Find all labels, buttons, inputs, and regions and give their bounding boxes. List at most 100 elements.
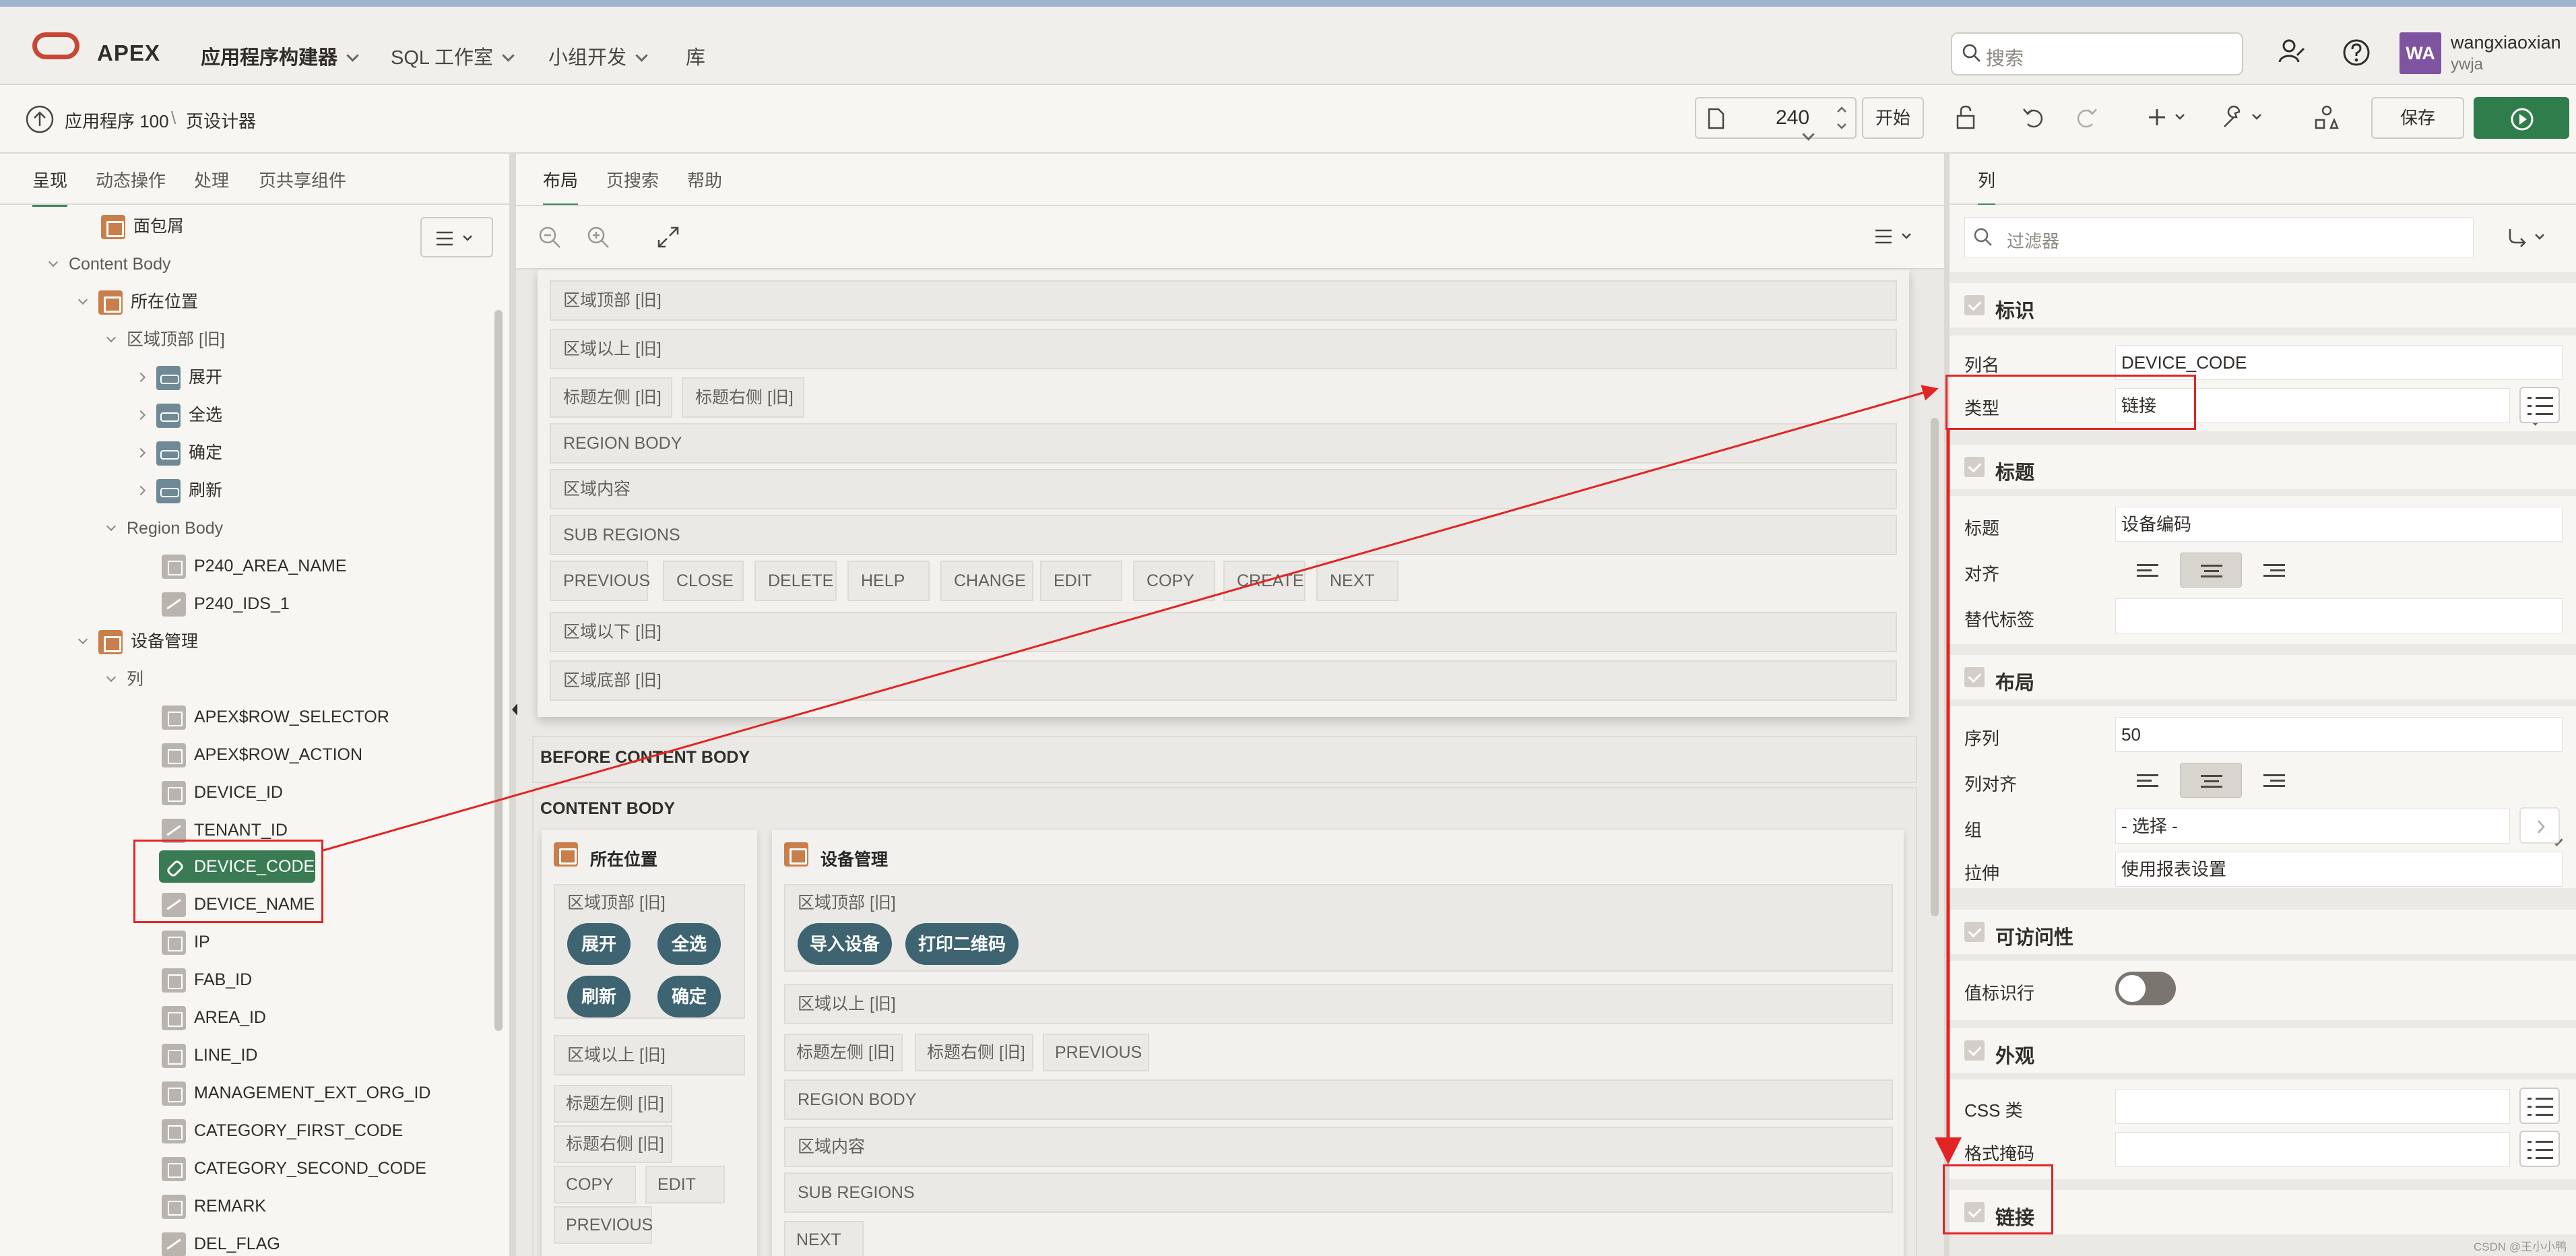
utilities-wrench-icon[interactable] [2219,102,2269,132]
run-page-button[interactable] [2474,97,2569,139]
page-stepper-icon[interactable] [1834,101,1850,135]
collapse-icon[interactable] [106,332,117,343]
tree-node-line-id[interactable]: LINE_ID [162,1042,257,1069]
collapse-icon[interactable] [106,672,117,683]
device-slot-previous[interactable]: PREVIOUS [1043,1034,1149,1071]
slot-button-edit[interactable]: EDIT [1040,561,1122,601]
avatar[interactable]: WA [2400,32,2441,74]
tree-node-device-id[interactable]: DEVICE_ID [162,779,283,806]
start-button[interactable]: 开始 [1862,97,1924,139]
alt-label-field[interactable] [2115,598,2563,633]
zoom-in-icon[interactable] [586,225,610,249]
slot-below-region[interactable]: 区域以下 [旧] [550,612,1897,652]
collapse-icon[interactable] [106,521,117,532]
css-classes-field[interactable] [2115,1089,2510,1124]
type-list-button[interactable] [2519,387,2560,423]
section-accessibility[interactable]: 可访问性 [1950,910,2576,954]
tab-dynamic-actions[interactable]: 动态操作 [96,167,166,192]
tab-help[interactable]: 帮助 [687,167,722,192]
location-slot-copy[interactable]: COPY [554,1166,636,1203]
slot-button-close[interactable]: CLOSE [663,561,744,601]
stretch-select[interactable]: 使用报表设置 [2115,852,2563,887]
tree-node-p240-area-name[interactable]: P240_AREA_NAME [162,553,347,579]
slot-button-next[interactable]: NEXT [1316,561,1398,601]
heading-align-left[interactable] [2117,553,2179,588]
breadcrumb-app[interactable]: 应用程序 100 [65,108,169,133]
tree-node-location-region[interactable]: 所在位置 [77,288,198,315]
tree-node-category-first-code[interactable]: CATEGORY_FIRST_CODE [162,1117,403,1144]
create-menu-icon[interactable] [2145,102,2192,132]
slot-button-delete[interactable]: DELETE [754,561,837,601]
lock-icon[interactable] [1951,102,1981,132]
heading-align-right[interactable] [2243,553,2305,588]
tree-node-management-ext-org-id[interactable]: MANAGEMENT_EXT_ORG_ID [162,1079,430,1106]
location-button-confirm[interactable]: 确定 [657,976,721,1017]
user-name[interactable]: wangxiaoxian [2451,32,2561,53]
expand-icon[interactable] [135,447,146,458]
help-icon[interactable] [2338,34,2375,71]
tab-column[interactable]: 列 [1978,167,1996,207]
search-input[interactable]: 搜索 [1951,32,2243,75]
section-appearance[interactable]: 外观 [1950,1028,2576,1073]
collapse-icon[interactable] [77,634,88,645]
group-next-button[interactable] [2519,807,2560,844]
slot-button-change[interactable]: CHANGE [940,561,1033,601]
tree-node-p240-ids-1[interactable]: P240_IDS_1 [162,590,290,617]
css-classes-list-button[interactable] [2519,1088,2560,1124]
page-number-field[interactable]: 240 [1776,98,1809,137]
zoom-out-icon[interactable] [538,225,562,249]
device-button-import[interactable]: 导入设备 [798,923,892,965]
tree-node-category-second-code[interactable]: CATEGORY_SECOND_CODE [162,1155,426,1182]
tree-node-expand-button[interactable]: 展开 [135,364,222,391]
tree-node-region-body[interactable]: Region Body [106,515,223,542]
location-slot-previous[interactable]: PREVIOUS [554,1206,653,1244]
slot-region-body[interactable]: REGION BODY [550,423,1897,464]
expand-icon[interactable] [135,372,146,383]
slot-button-help[interactable]: HELP [847,561,930,601]
tree-scrollbar[interactable] [494,310,503,1031]
tree-node-select-all-button[interactable]: 全选 [135,402,222,429]
slot-button-create[interactable]: CREATE [1223,561,1306,601]
up-arrow-icon[interactable] [24,104,55,135]
heading-align-center[interactable] [2180,553,2242,588]
tree-node-row-action[interactable]: APEX$ROW_ACTION [162,741,362,768]
section-identification[interactable]: 标识 [1950,283,2576,327]
collapse-icon[interactable] [77,294,88,305]
collapse-left-handle[interactable] [509,699,520,720]
column-align-right[interactable] [2243,763,2305,798]
value-identifies-row-toggle[interactable] [2115,972,2176,1005]
nav-gallery[interactable]: 库 [686,42,705,70]
section-heading[interactable]: 标题 [1950,445,2576,489]
device-slot-title-left[interactable]: 标题左侧 [旧] [784,1034,903,1071]
tree-node-region-top[interactable]: 区域顶部 [旧] [106,326,225,353]
expand-icon[interactable] [135,410,146,420]
device-slot-sub-regions[interactable]: SUB REGIONS [784,1172,1893,1213]
tree-node-breadcrumb[interactable]: 面包屑 [101,213,184,240]
tree-node-content-body[interactable]: Content Body [48,251,171,278]
nav-team-dev[interactable]: 小组开发 [548,42,648,70]
nav-app-builder[interactable]: 应用程序构建器 [201,42,359,70]
location-button-refresh[interactable]: 刷新 [567,976,631,1017]
tree-node-confirm-button[interactable]: 确定 [135,439,222,466]
save-button[interactable]: 保存 [2371,97,2464,139]
brand-label[interactable]: APEX [97,40,160,66]
tab-layout[interactable]: 布局 [543,167,579,207]
location-button-expand[interactable]: 展开 [567,923,631,965]
collapse-icon[interactable] [48,257,59,268]
tree-node-refresh-button[interactable]: 刷新 [135,477,222,504]
tab-processing[interactable]: 处理 [194,167,229,192]
right-splitter[interactable] [1944,154,1950,1256]
location-slot-title-left[interactable]: 标题左侧 [旧] [554,1085,672,1123]
slot-above-region[interactable]: 区域以上 [旧] [550,329,1897,369]
column-align-left[interactable] [2117,763,2179,798]
tree-node-device-management[interactable]: 设备管理 [77,628,198,655]
tree-node-fab-id[interactable]: FAB_ID [162,966,252,993]
tab-rendering[interactable]: 呈现 [32,167,68,207]
section-layout[interactable]: 布局 [1950,655,2576,699]
nav-sql-workshop[interactable]: SQL 工作室 [391,42,515,70]
tree-node-row-selector[interactable]: APEX$ROW_SELECTOR [162,703,389,730]
tree-node-del-flag[interactable]: DEL_FLAG [162,1230,280,1256]
expand-icon[interactable] [135,485,146,496]
device-button-print-qr[interactable]: 打印二维码 [905,923,1019,965]
device-slot-region-content[interactable]: 区域内容 [784,1127,1893,1167]
